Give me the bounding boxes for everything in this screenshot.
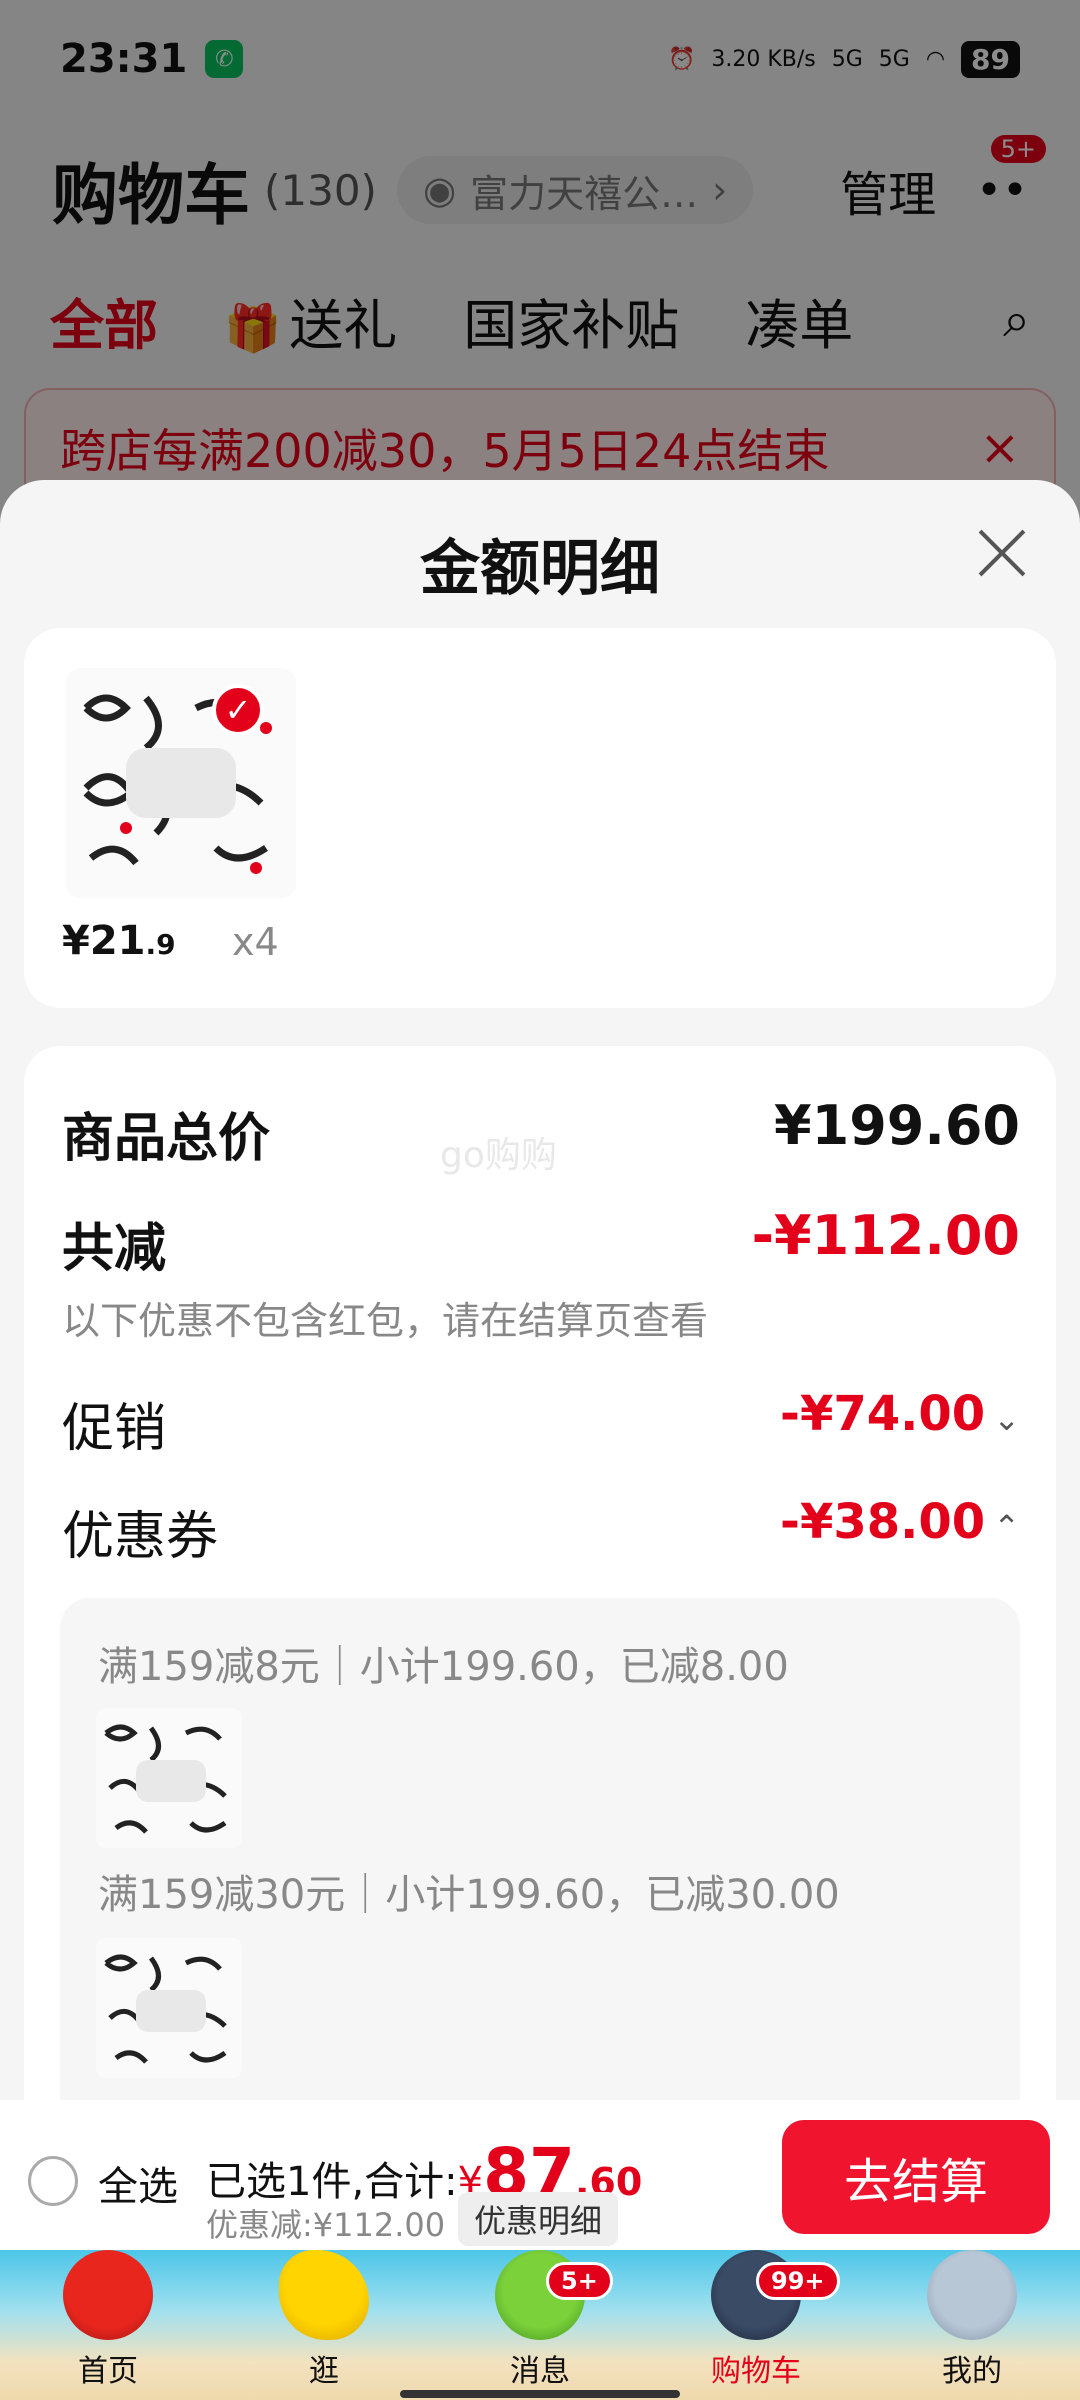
red-bird-icon (63, 2250, 153, 2340)
messages-badge: 5+ (546, 2262, 613, 2300)
yellow-bird-icon (279, 2250, 369, 2340)
discount-detail-button[interactable]: 优惠明细 (458, 2192, 619, 2246)
coupon-value: -¥38.00 (780, 1494, 986, 1550)
blue-bird-icon (927, 2250, 1017, 2340)
watermark: go购购 (440, 1135, 557, 1176)
selected-products-card: ✓ ¥21.9 x4 (24, 628, 1056, 1008)
coupon-details: 满159减8元｜小计199.60，已减8.00 满159减30元｜小计199.6… (60, 1598, 1020, 2158)
chevron-up-icon: ⌃ (993, 1508, 1020, 1546)
coupon-label: 优惠券 (62, 1507, 219, 1567)
cart-badge: 99+ (756, 2262, 840, 2300)
product-price: ¥21.9 (62, 918, 176, 964)
select-all-checkbox[interactable] (28, 2156, 78, 2206)
discount-summary: 优惠减:¥112.00 (206, 2206, 446, 2244)
reduction-hint: 以下优惠不包含红包，请在结算页查看 (62, 1299, 709, 1343)
sheet-title: 金额明细 (420, 534, 660, 604)
coupon-product-image-1 (96, 1708, 242, 1848)
total-price-value: ¥199.60 (774, 1094, 1020, 1157)
nav-messages[interactable]: 5+ 消息 (432, 2250, 648, 2400)
total-reduction-value: -¥112.00 (751, 1204, 1020, 1267)
close-icon[interactable] (972, 522, 1032, 582)
total-price-label: 商品总价 (62, 1109, 271, 1169)
coupon-row-toggle[interactable]: -¥38.00 ⌃ (780, 1494, 1020, 1550)
promotion-row-toggle[interactable]: -¥74.00 ⌄ (780, 1386, 1020, 1442)
nav-profile[interactable]: 我的 (864, 2250, 1080, 2400)
promotion-value: -¥74.00 (780, 1386, 986, 1442)
coupon-detail-2: 满159减30元｜小计199.60，已减30.00 (98, 1872, 840, 1918)
nav-browse[interactable]: 逛 (216, 2250, 432, 2400)
modal-overlay[interactable] (0, 0, 1080, 520)
bottom-nav: 首页 逛 5+ 消息 99+ 购物车 我的 (0, 2250, 1080, 2400)
select-all-label[interactable]: 全选 (98, 2154, 178, 2212)
product-quantity: x4 (232, 920, 279, 964)
coupon-detail-1: 满159减8元｜小计199.60，已减8.00 (98, 1644, 789, 1690)
nav-cart-label: 购物车 (711, 2354, 801, 2389)
product-price-main: ¥21 (62, 918, 146, 964)
selected-prefix: 已选1件,合计: (206, 2159, 458, 2205)
total-reduction-label: 共减 (62, 1219, 167, 1279)
nav-cart[interactable]: 99+ 购物车 (648, 2250, 864, 2400)
selected-check-icon: ✓ (212, 684, 264, 736)
amount-detail-sheet: 金额明细 ✓ ¥21.9 x4 商品总价 ¥199.60 共减 -¥112.00… (0, 480, 1080, 2166)
nav-profile-label: 我的 (942, 2354, 1002, 2389)
nav-messages-label: 消息 (510, 2354, 570, 2389)
price-summary-card: 商品总价 ¥199.60 共减 -¥112.00 以下优惠不包含红包，请在结算页… (24, 1046, 1056, 2166)
nav-home[interactable]: 首页 (0, 2250, 216, 2400)
checkout-button[interactable]: 去结算 (782, 2120, 1050, 2234)
nav-home-label: 首页 (78, 2354, 138, 2389)
chevron-down-icon: ⌄ (993, 1400, 1020, 1438)
checkout-bar: 全选 已选1件,合计: ¥ 87 .60 优惠减:¥112.00 优惠明细 去结… (0, 2100, 1080, 2250)
coupon-product-image-2 (96, 1938, 242, 2078)
home-indicator (400, 2390, 680, 2398)
promotion-label: 促销 (62, 1399, 167, 1459)
nav-browse-label: 逛 (309, 2354, 339, 2389)
product-price-decimal: .9 (145, 928, 176, 961)
